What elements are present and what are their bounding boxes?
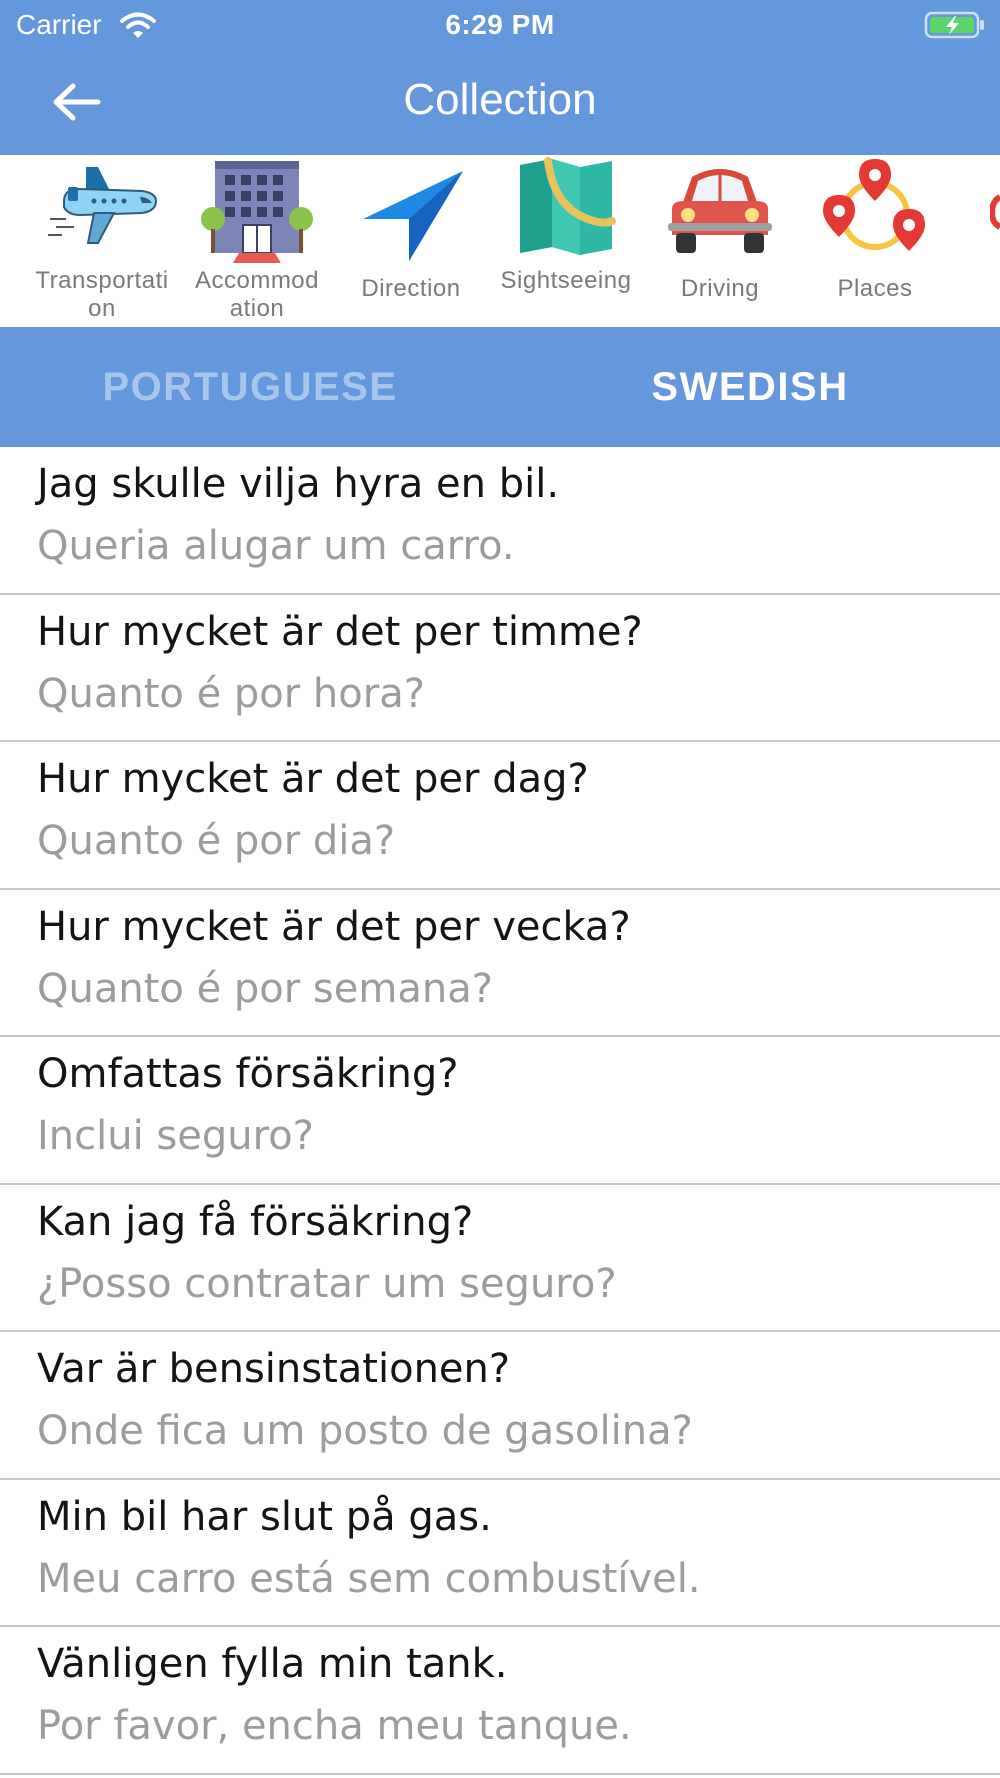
airplane-icon — [48, 167, 158, 244]
phrase-row[interactable]: Hur mycket är det per timme? Quanto é po… — [0, 595, 1000, 742]
app-header: Carrier 6:29 PM Collection — [0, 0, 1000, 155]
tab-portuguese[interactable]: PORTUGUESE — [0, 327, 500, 447]
phrase-row[interactable]: Kan jag få försäkring? ¿Posso contratar … — [0, 1185, 1000, 1332]
direction-arrow-icon — [363, 171, 463, 261]
phrase-row[interactable]: Min bil har slut på gas. Meu carro está … — [0, 1480, 1000, 1627]
tab-swedish[interactable]: SWEDISH — [500, 327, 1000, 447]
phrase-portuguese: Quanto é por semana? — [37, 965, 493, 1012]
partial-category-icon — [990, 194, 1000, 230]
phrase-portuguese: Inclui seguro? — [37, 1113, 314, 1159]
category-driving[interactable]: Driving — [645, 155, 795, 327]
status-time: 6:29 PM — [445, 9, 555, 40]
phrase-portuguese: Quanto é por hora? — [37, 670, 425, 717]
language-tabs: PORTUGUESE SWEDISH — [0, 327, 1000, 447]
navigation-bar: Collection — [0, 50, 1000, 155]
hotel-building-icon — [201, 161, 313, 263]
category-direction[interactable]: Direction — [336, 155, 486, 327]
phrase-row[interactable]: Omfattas försäkring? Inclui seguro? — [0, 1037, 1000, 1185]
category-label: Driving — [680, 275, 760, 302]
category-carousel[interactable]: Transportation Accommodation Direction S… — [0, 155, 1000, 327]
phrase-swedish: Hur mycket är det per timme? — [37, 608, 643, 655]
phrase-swedish: Jag skulle vilja hyra en bil. — [37, 461, 560, 507]
battery-charging-icon — [924, 11, 984, 39]
map-icon — [520, 157, 616, 255]
phrase-swedish: Omfattas försäkring? — [37, 1051, 459, 1097]
phrase-portuguese: Onde fica um posto de gasolina? — [37, 1408, 693, 1454]
phrase-portuguese: Por favor, encha meu tanque. — [37, 1703, 632, 1749]
phrase-swedish: Vänligen fylla min tank. — [37, 1641, 508, 1687]
map-pins-icon — [823, 159, 925, 251]
phrase-portuguese: Quanto é por dia? — [37, 818, 396, 864]
phrase-portuguese: Queria alugar um carro. — [37, 523, 515, 569]
phrase-swedish: Var är bensinstationen? — [37, 1346, 511, 1392]
category-label: Sightseeing — [500, 267, 632, 294]
category-label: Transportation — [35, 267, 169, 322]
car-icon — [668, 169, 772, 253]
category-label: Accommodation — [194, 267, 320, 322]
page-title: Collection — [403, 75, 597, 124]
phrase-portuguese: Meu carro está sem combustível. — [37, 1555, 701, 1602]
phrase-row[interactable]: Jag skulle vilja hyra en bil. Queria alu… — [0, 447, 1000, 595]
phrase-row[interactable]: Hur mycket är det per dag? Quanto é por … — [0, 742, 1000, 890]
phrase-swedish: Min bil har slut på gas. — [37, 1493, 492, 1540]
category-partial[interactable] — [990, 155, 1000, 327]
category-accommodation[interactable]: Accommodation — [182, 155, 332, 327]
phrase-swedish: Hur mycket är det per dag? — [37, 756, 589, 802]
phrase-swedish: Hur mycket är det per vecka? — [37, 903, 631, 950]
category-sightseeing[interactable]: Sightseeing — [491, 155, 641, 327]
phrase-row[interactable]: Hur mycket är det per vecka? Quanto é po… — [0, 890, 1000, 1037]
category-label: Direction — [361, 275, 461, 302]
phrase-portuguese: ¿Posso contratar um seguro? — [37, 1260, 617, 1307]
category-label: Places — [837, 275, 913, 302]
phrase-swedish: Kan jag få försäkring? — [37, 1198, 474, 1245]
category-transportation[interactable]: Transportation — [27, 155, 177, 327]
phrase-list[interactable]: Jag skulle vilja hyra en bil. Queria alu… — [0, 447, 1000, 1778]
phrase-row[interactable]: Vänligen fylla min tank. Por favor, ench… — [0, 1627, 1000, 1775]
category-places[interactable]: Places — [800, 155, 950, 327]
phrase-row[interactable]: Var är bensinstationen? Onde fica um pos… — [0, 1332, 1000, 1480]
status-bar: Carrier 6:29 PM — [0, 0, 1000, 50]
